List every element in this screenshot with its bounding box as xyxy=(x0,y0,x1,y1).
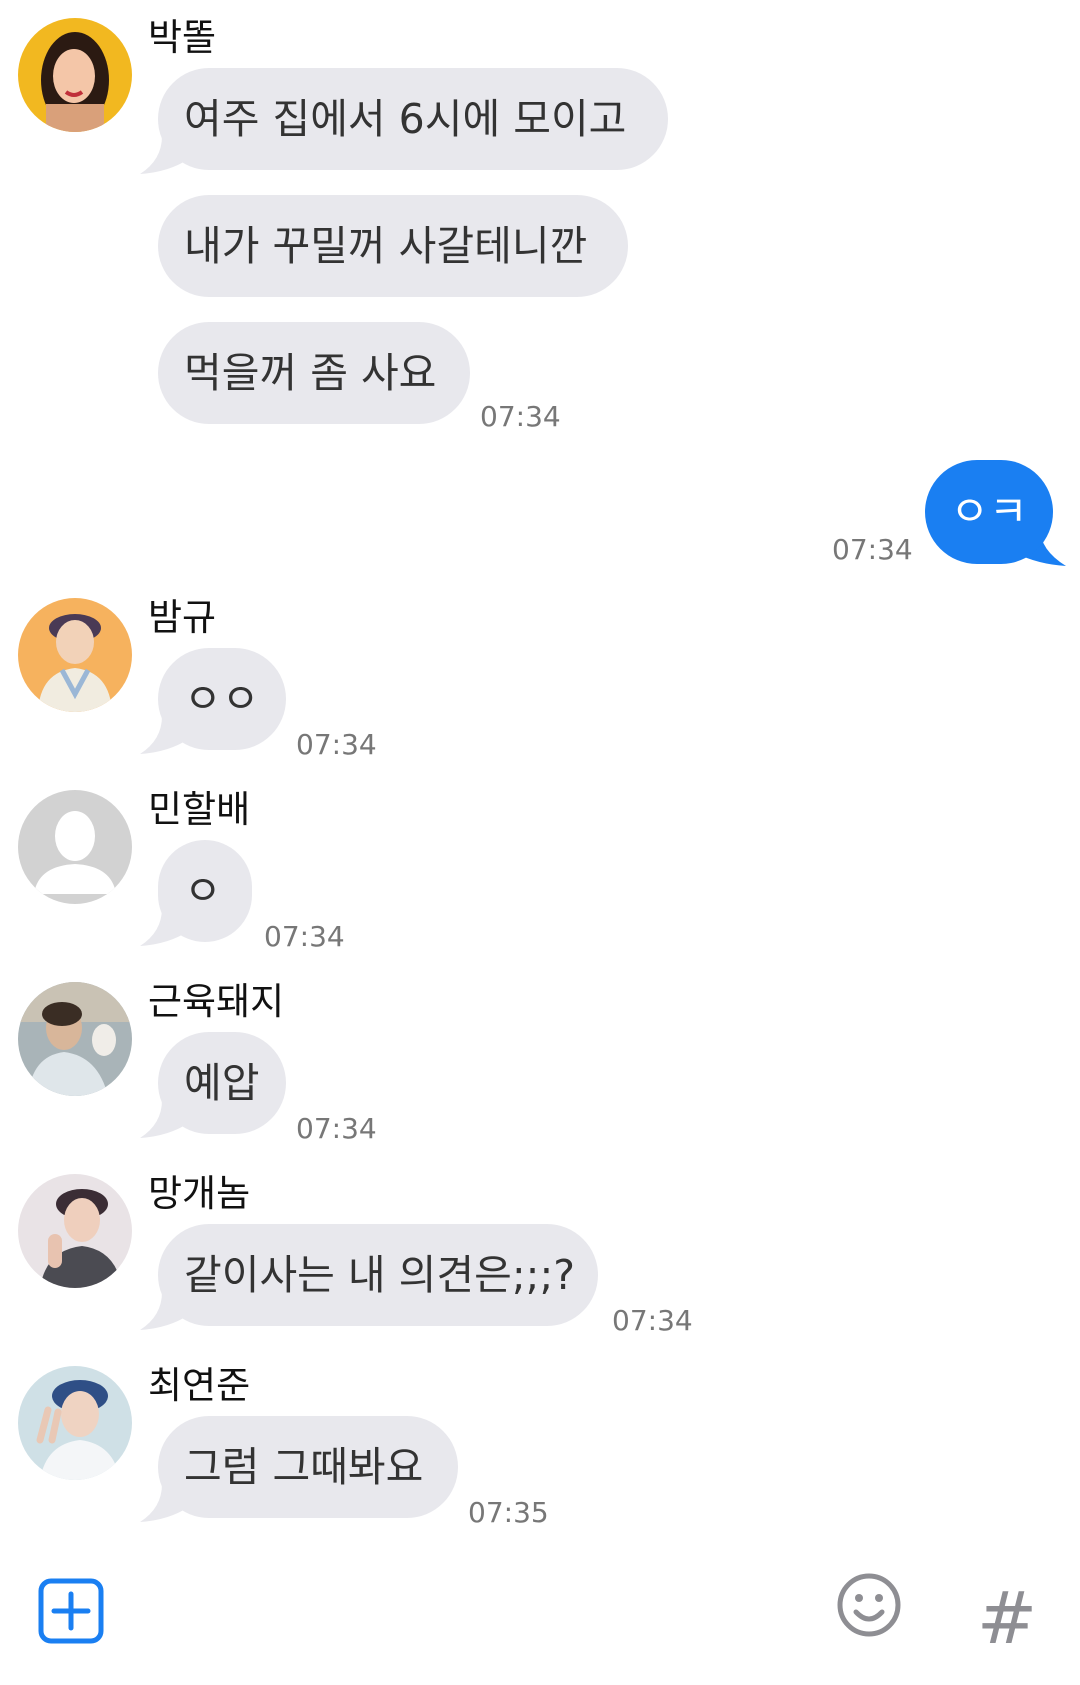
avatar[interactable] xyxy=(18,1366,132,1480)
message-bubble[interactable]: ㅇㅇ xyxy=(158,648,286,750)
message-bubble[interactable]: 그럼 그때봐요 xyxy=(158,1416,458,1518)
message-bubble[interactable]: 여주 집에서 6시에 모이고 xyxy=(158,68,668,170)
message-group: 밤규 ㅇㅇ 07:34 xyxy=(0,580,1080,770)
hashtag-icon[interactable]: # xyxy=(972,1578,1042,1658)
chat-messages: 박똘 여주 집에서 6시에 모이고 내가 꾸밀꺼 사갈테니깐 먹을꺼 좀 사요 … xyxy=(0,0,1080,1560)
sender-name: 박똘 xyxy=(148,16,217,59)
message-time: 07:34 xyxy=(612,1304,693,1337)
sender-name: 민할배 xyxy=(148,788,251,831)
message-time: 07:35 xyxy=(468,1496,549,1529)
message-group: 망개놈 같이사는 내 의견은;;;? 07:34 xyxy=(0,1156,1080,1346)
message-time: 07:34 xyxy=(480,400,561,433)
message-text: ㅇㅋ xyxy=(950,487,1028,536)
message-bubble[interactable]: ㅇ xyxy=(158,840,252,942)
message-bubble[interactable]: 예압 xyxy=(158,1032,286,1134)
message-time: 07:34 xyxy=(264,920,345,953)
outgoing-message-bubble[interactable]: ㅇㅋ xyxy=(925,460,1053,564)
message-text: ㅇ xyxy=(184,867,222,915)
sender-name: 근육돼지 xyxy=(148,980,285,1023)
message-text: 여주 집에서 6시에 모이고 xyxy=(184,95,627,143)
message-group: 최연준 그럼 그때봐요 07:35 xyxy=(0,1348,1080,1538)
message-group: 민할배 ㅇ 07:34 xyxy=(0,772,1080,962)
message-bubble[interactable]: 내가 꾸밀꺼 사갈테니깐 xyxy=(158,195,628,297)
message-bubble[interactable]: 먹을꺼 좀 사요 xyxy=(158,322,470,424)
sender-name: 밤규 xyxy=(148,596,217,639)
sender-name: 망개놈 xyxy=(148,1172,251,1215)
avatar[interactable] xyxy=(18,982,132,1096)
message-group: 박똘 여주 집에서 6시에 모이고 내가 꾸밀꺼 사갈테니깐 먹을꺼 좀 사요 … xyxy=(0,0,1080,433)
message-time: 07:34 xyxy=(296,1112,377,1145)
message-bubble[interactable]: 같이사는 내 의견은;;;? xyxy=(158,1224,598,1326)
message-text: 먹을꺼 좀 사요 xyxy=(184,349,437,397)
message-group: 근육돼지 예압 07:34 xyxy=(0,964,1080,1154)
avatar[interactable] xyxy=(18,598,132,712)
message-time: 07:34 xyxy=(832,533,913,566)
avatar[interactable] xyxy=(18,1174,132,1288)
message-text: 예압 xyxy=(184,1059,260,1107)
plus-square-icon[interactable] xyxy=(38,1578,104,1644)
message-time: 07:34 xyxy=(296,728,377,761)
message-text: ㅇㅇ xyxy=(184,675,260,723)
avatar[interactable] xyxy=(18,18,132,132)
smiley-icon[interactable] xyxy=(836,1572,902,1638)
message-text: 같이사는 내 의견은;;;? xyxy=(184,1251,576,1299)
avatar[interactable] xyxy=(18,790,132,904)
sender-name: 최연준 xyxy=(148,1364,251,1407)
message-text: 내가 꾸밀꺼 사갈테니깐 xyxy=(184,222,588,270)
input-toolbar xyxy=(0,1560,1080,1685)
message-text: 그럼 그때봐요 xyxy=(184,1443,424,1491)
